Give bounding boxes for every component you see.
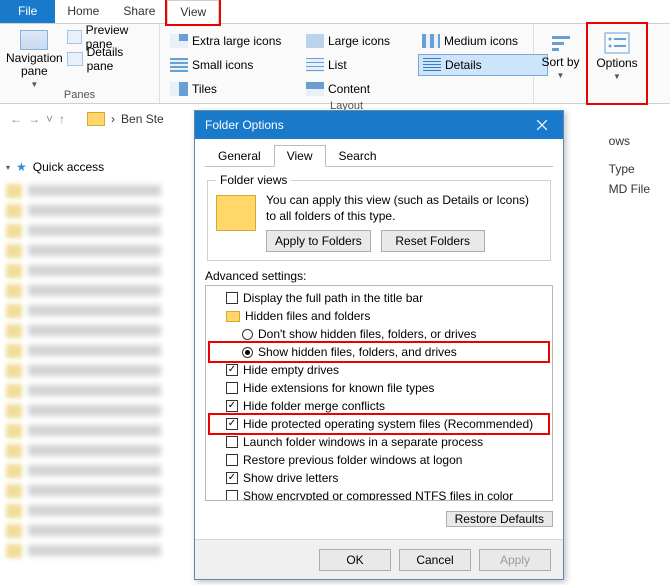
options-icon — [604, 32, 630, 54]
opt-merge-conflicts[interactable]: ✓Hide folder merge conflicts — [210, 397, 548, 415]
tab-file[interactable]: File — [0, 0, 55, 23]
advanced-settings-label: Advanced settings: — [205, 269, 553, 283]
dialog-tabs: General View Search — [205, 145, 553, 167]
forward-icon[interactable]: → — [28, 112, 40, 126]
opt-ntfs-color[interactable]: Show encrypted or compressed NTFS files … — [210, 487, 548, 501]
opt-separate-process[interactable]: Launch folder windows in a separate proc… — [210, 433, 548, 451]
column-header-type[interactable]: Type — [609, 162, 650, 182]
folder-icon — [87, 112, 105, 126]
opt-hidden-dont-show[interactable]: Don't show hidden files, folders, or dri… — [210, 325, 548, 343]
chevron-down-icon: ▼ — [557, 71, 565, 80]
group-label-panes: Panes — [6, 89, 153, 101]
folder-views-group: Folder views You can apply this view (su… — [207, 173, 551, 261]
opt-protected-os-files[interactable]: ✓Hide protected operating system files (… — [210, 415, 548, 433]
tab-share[interactable]: Share — [111, 0, 167, 23]
folder-views-desc: You can apply this view (such as Details… — [266, 193, 542, 224]
opt-hide-extensions[interactable]: Hide extensions for known file types — [210, 379, 548, 397]
column-address-cut: ows — [609, 134, 650, 154]
apply-button[interactable]: Apply — [479, 549, 551, 571]
ok-button[interactable]: OK — [319, 549, 391, 571]
breadcrumb-segment[interactable]: Ben Ste — [121, 112, 164, 126]
details-pane-button[interactable]: Details pane — [67, 48, 153, 70]
list-columns-fragment: ows Type MD File — [609, 140, 650, 202]
cell-kind: MD File — [609, 182, 650, 202]
opt-hidden-show[interactable]: Show hidden files, folders, and drives — [210, 343, 548, 361]
tab-view[interactable]: View — [167, 0, 219, 24]
folders-icon — [216, 195, 256, 231]
back-icon[interactable]: ← — [10, 112, 22, 126]
apply-to-folders-button[interactable]: Apply to Folders — [266, 230, 371, 252]
folder-views-legend: Folder views — [216, 173, 291, 187]
dialog-tab-search[interactable]: Search — [326, 145, 390, 166]
opt-restore-logon[interactable]: Restore previous folder windows at logon — [210, 451, 548, 469]
star-icon: ★ — [16, 160, 27, 174]
restore-defaults-button[interactable]: Restore Defaults — [446, 511, 553, 527]
opt-drive-letters[interactable]: ✓Show drive letters — [210, 469, 548, 487]
close-icon — [537, 120, 547, 130]
chevron-down-icon: ▼ — [30, 80, 38, 89]
sort-icon — [550, 34, 572, 54]
navigation-pane-button[interactable]: Navigation pane ▼ — [6, 26, 63, 89]
folder-options-dialog: Folder Options General View Search Folde… — [194, 110, 564, 580]
layout-list[interactable]: List — [302, 54, 412, 76]
ribbon-body: Navigation pane ▼ Preview pane Details p… — [0, 24, 670, 104]
quick-access-node[interactable]: ▾ ★ Quick access — [6, 160, 176, 174]
layout-tiles[interactable]: Tiles — [166, 78, 296, 100]
opt-hidden-group[interactable]: Hidden files and folders — [210, 307, 548, 325]
cancel-button[interactable]: Cancel — [399, 549, 471, 571]
opt-full-path[interactable]: Display the full path in the title bar — [210, 289, 548, 307]
dialog-footer: OK Cancel Apply — [195, 539, 563, 579]
sort-by-button[interactable]: Sort by ▼ — [540, 26, 581, 80]
options-button[interactable]: Options ▼ — [594, 26, 640, 81]
advanced-settings-tree[interactable]: Display the full path in the title bar H… — [205, 285, 553, 501]
dialog-title: Folder Options — [205, 118, 284, 132]
layout-content[interactable]: Content — [302, 78, 412, 100]
close-button[interactable] — [527, 114, 557, 136]
navigation-pane-label: Navigation pane — [6, 52, 63, 78]
layout-details[interactable]: Details — [418, 54, 548, 76]
up-icon[interactable]: ↑ — [59, 112, 65, 126]
layout-extra-large[interactable]: Extra large icons — [166, 30, 296, 52]
layout-small[interactable]: Small icons — [166, 54, 296, 76]
chevron-down-icon: ▾ — [6, 163, 10, 172]
tab-home[interactable]: Home — [55, 0, 111, 23]
opt-empty-drives[interactable]: ✓Hide empty drives — [210, 361, 548, 379]
chevron-down-icon[interactable]: ˅ — [46, 112, 53, 126]
dialog-tab-view[interactable]: View — [274, 145, 326, 167]
layout-large[interactable]: Large icons — [302, 30, 412, 52]
navigation-tree: ▾ ★ Quick access — [6, 160, 176, 562]
folder-icon — [226, 311, 240, 322]
ribbon-tabs: File Home Share View — [0, 0, 670, 24]
chevron-down-icon: ▼ — [613, 72, 621, 81]
reset-folders-button[interactable]: Reset Folders — [381, 230, 485, 252]
dialog-titlebar[interactable]: Folder Options — [195, 111, 563, 139]
layout-medium[interactable]: Medium icons — [418, 30, 548, 52]
dialog-tab-general[interactable]: General — [205, 145, 274, 166]
